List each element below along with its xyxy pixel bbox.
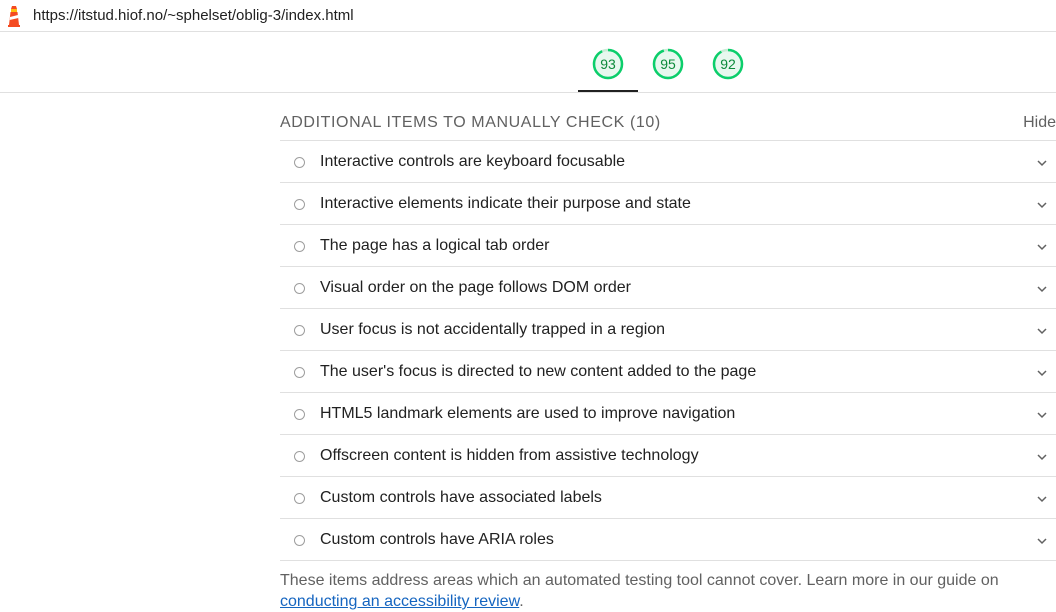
- score-gauges-bar: 93 95 92: [0, 32, 1056, 93]
- manual-audit-icon: [294, 451, 305, 462]
- chevron-down-icon[interactable]: [1036, 451, 1048, 463]
- page-url: https://itstud.hiof.no/~sphelset/oblig-3…: [33, 7, 354, 24]
- manual-check-section: ADDITIONAL ITEMS TO MANUALLY CHECK (10) …: [280, 93, 1056, 561]
- manual-audit-icon: [294, 367, 305, 378]
- url-bar: https://itstud.hiof.no/~sphelset/oblig-3…: [0, 0, 1056, 32]
- chevron-down-icon[interactable]: [1036, 493, 1048, 505]
- audit-item[interactable]: The page has a logical tab order: [280, 225, 1056, 267]
- chevron-down-icon[interactable]: [1036, 241, 1048, 253]
- audit-label: Visual order on the page follows DOM ord…: [320, 279, 631, 296]
- manual-audit-icon: [294, 493, 305, 504]
- active-gauge-indicator: [578, 90, 638, 92]
- chevron-down-icon[interactable]: [1036, 535, 1048, 547]
- chevron-down-icon[interactable]: [1036, 367, 1048, 379]
- section-title: ADDITIONAL ITEMS TO MANUALLY CHECK (10): [280, 114, 661, 131]
- audit-item[interactable]: Custom controls have associated labels: [280, 477, 1056, 519]
- audit-item[interactable]: Custom controls have ARIA roles: [280, 519, 1056, 561]
- manual-audit-icon: [294, 535, 305, 546]
- audit-label: Custom controls have ARIA roles: [320, 531, 554, 548]
- chevron-down-icon[interactable]: [1036, 325, 1048, 337]
- gauge-score: 92: [720, 56, 736, 72]
- manual-audit-icon: [294, 325, 305, 336]
- lighthouse-icon: [8, 6, 20, 27]
- gauge-score: 93: [600, 56, 616, 72]
- audit-item[interactable]: The user's focus is directed to new cont…: [280, 351, 1056, 393]
- section-header: ADDITIONAL ITEMS TO MANUALLY CHECK (10) …: [280, 93, 1056, 141]
- audit-label: Offscreen content is hidden from assisti…: [320, 447, 699, 464]
- audit-item[interactable]: Visual order on the page follows DOM ord…: [280, 267, 1056, 309]
- section-description: These items address areas which an autom…: [280, 570, 1056, 612]
- score-gauge-performance[interactable]: 93: [592, 48, 624, 80]
- audit-item[interactable]: Offscreen content is hidden from assisti…: [280, 435, 1056, 477]
- audit-label: Interactive controls are keyboard focusa…: [320, 153, 626, 170]
- manual-audit-icon: [294, 241, 305, 252]
- description-end: .: [519, 593, 524, 610]
- description-text: These items address areas which an autom…: [280, 572, 999, 589]
- accessibility-review-link[interactable]: conducting an accessibility review: [280, 593, 519, 610]
- audit-label: The user's focus is directed to new cont…: [320, 363, 757, 380]
- score-gauge-accessibility[interactable]: 95: [652, 48, 684, 80]
- hide-button[interactable]: Hide: [1023, 114, 1056, 132]
- audit-item[interactable]: Interactive controls are keyboard focusa…: [280, 141, 1056, 183]
- chevron-down-icon[interactable]: [1036, 283, 1048, 295]
- audit-item[interactable]: HTML5 landmark elements are used to impr…: [280, 393, 1056, 435]
- manual-audit-icon: [294, 199, 305, 210]
- chevron-down-icon[interactable]: [1036, 409, 1048, 421]
- gauge-score: 95: [660, 56, 676, 72]
- audit-item[interactable]: User focus is not accidentally trapped i…: [280, 309, 1056, 351]
- manual-audit-icon: [294, 283, 305, 294]
- audit-item[interactable]: Interactive elements indicate their purp…: [280, 183, 1056, 225]
- audit-label: User focus is not accidentally trapped i…: [320, 321, 666, 338]
- audit-label: The page has a logical tab order: [320, 237, 550, 254]
- score-gauge-best-practices[interactable]: 92: [712, 48, 744, 80]
- audit-label: Interactive elements indicate their purp…: [320, 195, 691, 212]
- chevron-down-icon[interactable]: [1036, 157, 1048, 169]
- audit-label: Custom controls have associated labels: [320, 489, 602, 506]
- audit-label: HTML5 landmark elements are used to impr…: [320, 405, 736, 422]
- manual-audit-icon: [294, 409, 305, 420]
- manual-audit-icon: [294, 157, 305, 168]
- chevron-down-icon[interactable]: [1036, 199, 1048, 211]
